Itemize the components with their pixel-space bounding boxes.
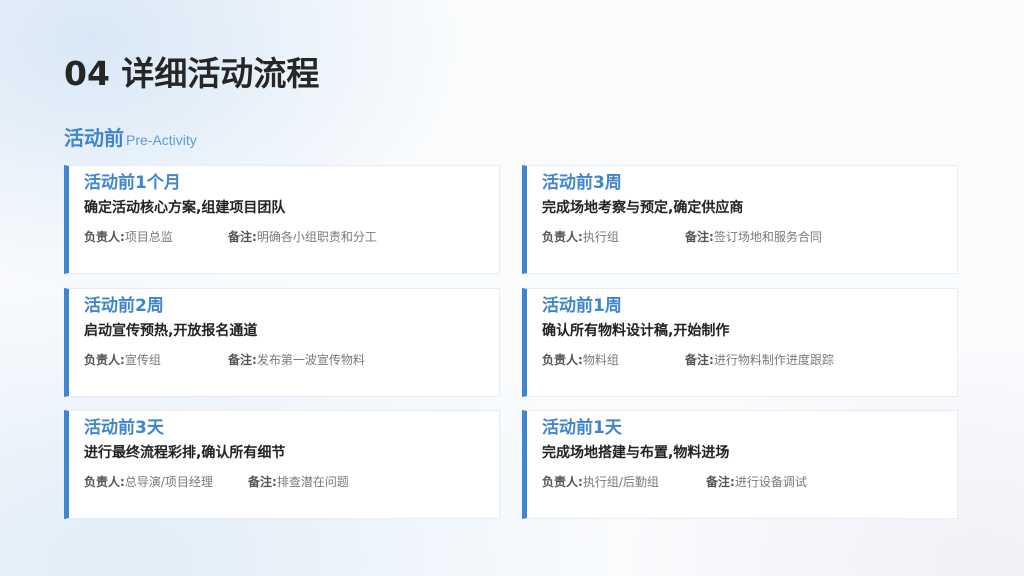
note-value: 明确各小组职责和分工 bbox=[256, 230, 377, 244]
timeline-card-3-days: 活动前3天 进行最终流程彩排,确认所有细节 负责人:总导演/项目经理 备注:排查… bbox=[64, 410, 500, 519]
note-value: 排查潜在问题 bbox=[276, 475, 349, 489]
note-label: 备注: bbox=[706, 475, 735, 489]
note-group: 备注:排查潜在问题 bbox=[248, 473, 349, 491]
section-title: 活动前 bbox=[64, 126, 124, 150]
note-group: 备注:签订场地和服务合同 bbox=[685, 228, 822, 246]
card-meta: 负责人:总导演/项目经理 备注:排查潜在问题 bbox=[84, 473, 349, 491]
owner-label: 负责人: bbox=[542, 475, 583, 489]
section-subtitle: Pre-Activity bbox=[126, 132, 197, 148]
note-label: 备注: bbox=[248, 475, 277, 489]
card-task: 启动宣传预热,开放报名通道 bbox=[84, 323, 258, 339]
note-label: 备注: bbox=[685, 230, 714, 244]
owner-value: 物料组 bbox=[582, 353, 619, 367]
card-title: 活动前1周 bbox=[542, 296, 622, 316]
page-title: 04 详细活动流程 bbox=[64, 54, 320, 93]
owner-label: 负责人: bbox=[542, 353, 583, 367]
card-meta: 负责人:执行组/后勤组 备注:进行设备调试 bbox=[542, 473, 807, 491]
owner-value: 执行组 bbox=[582, 230, 619, 244]
owner-label: 负责人: bbox=[84, 475, 125, 489]
owner-value: 执行组/后勤组 bbox=[582, 475, 659, 489]
card-task: 进行最终流程彩排,确认所有细节 bbox=[84, 445, 286, 461]
card-meta: 负责人:宣传组 备注:发布第一波宣传物料 bbox=[84, 351, 365, 369]
timeline-card-3-weeks: 活动前3周 完成场地考察与预定,确定供应商 负责人:执行组 备注:签订场地和服务… bbox=[522, 165, 958, 274]
card-task: 确定活动核心方案,组建项目团队 bbox=[84, 200, 286, 216]
card-title: 活动前3天 bbox=[84, 418, 164, 438]
card-title: 活动前1个月 bbox=[84, 173, 181, 193]
card-title: 活动前1天 bbox=[542, 418, 622, 438]
note-label: 备注: bbox=[685, 353, 714, 367]
owner-value: 总导演/项目经理 bbox=[124, 475, 213, 489]
card-meta: 负责人:物料组 备注:进行物料制作进度跟踪 bbox=[542, 351, 834, 369]
note-group: 备注:明确各小组职责和分工 bbox=[228, 228, 377, 246]
note-label: 备注: bbox=[228, 230, 257, 244]
card-task: 确认所有物料设计稿,开始制作 bbox=[542, 323, 730, 339]
timeline-card-1-month: 活动前1个月 确定活动核心方案,组建项目团队 负责人:项目总监 备注:明确各小组… bbox=[64, 165, 500, 274]
timeline-card-1-week: 活动前1周 确认所有物料设计稿,开始制作 负责人:物料组 备注:进行物料制作进度… bbox=[522, 288, 958, 397]
note-value: 签订场地和服务合同 bbox=[713, 230, 822, 244]
timeline-card-1-day: 活动前1天 完成场地搭建与布置,物料进场 负责人:执行组/后勤组 备注:进行设备… bbox=[522, 410, 958, 519]
section-header: 活动前 Pre-Activity bbox=[64, 122, 197, 150]
card-meta: 负责人:执行组 备注:签订场地和服务合同 bbox=[542, 228, 822, 246]
timeline-card-2-weeks: 活动前2周 启动宣传预热,开放报名通道 负责人:宣传组 备注:发布第一波宣传物料 bbox=[64, 288, 500, 397]
note-value: 进行设备调试 bbox=[734, 475, 807, 489]
owner-label: 负责人: bbox=[542, 230, 583, 244]
note-group: 备注:发布第一波宣传物料 bbox=[228, 351, 365, 369]
note-group: 备注:进行设备调试 bbox=[706, 473, 807, 491]
owner-value: 项目总监 bbox=[124, 230, 173, 244]
card-meta: 负责人:项目总监 备注:明确各小组职责和分工 bbox=[84, 228, 377, 246]
owner-label: 负责人: bbox=[84, 353, 125, 367]
note-group: 备注:进行物料制作进度跟踪 bbox=[685, 351, 834, 369]
note-value: 发布第一波宣传物料 bbox=[256, 353, 365, 367]
card-title: 活动前3周 bbox=[542, 173, 622, 193]
note-label: 备注: bbox=[228, 353, 257, 367]
card-task: 完成场地考察与预定,确定供应商 bbox=[542, 200, 744, 216]
card-title: 活动前2周 bbox=[84, 296, 164, 316]
owner-value: 宣传组 bbox=[124, 353, 161, 367]
owner-label: 负责人: bbox=[84, 230, 125, 244]
note-value: 进行物料制作进度跟踪 bbox=[713, 353, 834, 367]
card-task: 完成场地搭建与布置,物料进场 bbox=[542, 445, 730, 461]
